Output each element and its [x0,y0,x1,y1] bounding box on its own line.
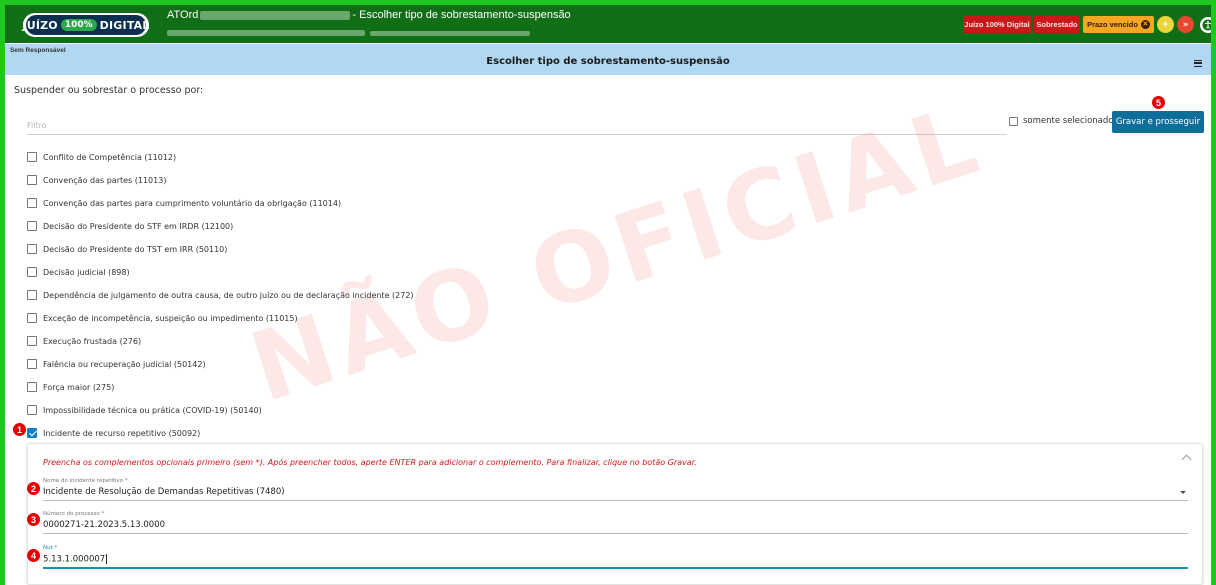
app-frame: JUÍZO 100% DIGITAL ATOrd - Escolher tipo… [5,5,1211,585]
option-excecao-incompetencia[interactable]: Exceção de incompetência, suspeição ou i… [27,313,298,323]
nut-field[interactable]: Nut * 5.13.1.000007 [43,545,1188,569]
option-incidente-recurso-repetitivo[interactable]: Incidente de recurso repetitivo (50092) [27,428,200,438]
filter-input[interactable] [27,115,1007,136]
dropdown-arrow-icon[interactable] [1180,491,1186,494]
option-conflito-competencia[interactable]: Conflito de Competência (11012) [27,152,176,162]
option-label: Decisão do Presidente do STF em IRDR (12… [43,221,234,231]
nut-label: Nut * [43,545,58,551]
suspend-prompt: Suspender ou sobrestar o processo por: [14,85,204,96]
option-checkbox[interactable] [27,152,37,162]
sobrestado-badge-label: Sobrestado [1036,20,1078,29]
filter-field[interactable] [27,113,1007,136]
page-title: Escolher tipo de sobrestamento-suspensão [486,56,730,67]
step-marker-4: 4 [26,548,41,563]
chevron-up-icon[interactable] [1181,454,1192,465]
option-label: Dependência de julgamento de outra causa… [43,290,414,300]
option-execucao-frustada[interactable]: Execução frustada (276) [27,336,141,346]
sobrestado-badge[interactable]: Sobrestado [1034,16,1080,33]
juizo-digital-badge[interactable]: Juízo 100% Digital [963,16,1031,33]
option-checkbox[interactable] [27,359,37,369]
option-checkbox[interactable] [27,198,37,208]
option-label: Decisão judicial (898) [43,267,130,277]
option-label: Falência ou recuperação judicial (50142) [43,359,206,369]
option-label: Força maior (275) [43,382,115,392]
option-impossibilidade-tecnica[interactable]: Impossibilidade técnica ou prática (COVI… [27,405,262,415]
option-label: Decisão do Presidente do TST em IRR (501… [43,244,228,254]
incidente-label: Nome do incidente repetitivo * [43,478,128,484]
prazo-vencido-badge[interactable]: Prazo vencido ✕ [1083,16,1154,33]
option-checkbox[interactable] [27,290,37,300]
process-title-block: ATOrd - Escolher tipo de sobrestamento-s… [167,9,571,40]
option-label: Exceção de incompetência, suspeição ou i… [43,313,298,323]
step-marker-1: 1 [12,422,27,437]
top-bar: JUÍZO 100% DIGITAL ATOrd - Escolher tipo… [5,5,1211,43]
option-checkbox[interactable] [27,405,37,415]
process-class: ATOrd [167,9,199,21]
only-selected-toggle[interactable]: somente selecionados [1009,116,1118,126]
process-title: ATOrd - Escolher tipo de sobrestamento-s… [167,9,571,21]
logo-inner: JUÍZO 100% DIGITAL [22,15,149,35]
add-icon[interactable]: + [1157,16,1174,33]
option-label: Impossibilidade técnica ou prática (COVI… [43,405,262,415]
option-falencia[interactable]: Falência ou recuperação judicial (50142) [27,359,206,369]
logo-text-right: DIGITAL [99,18,150,32]
watermark: NÃO OFICIAL [238,83,996,455]
step-marker-2: 2 [26,481,41,496]
incidente-value: Incidente de Resolução de Demandas Repet… [43,487,285,497]
add-icon-glyph: + [1161,19,1170,30]
juizo-badge-label: Juízo 100% Digital [964,20,1030,29]
redacted-process-number [200,10,351,20]
prazo-badge-label: Prazo vencido [1087,20,1138,29]
nut-value-wrap: 5.13.1.000007 [43,554,1188,565]
logo-text-pct: 100% [60,19,97,31]
numero-processo-field[interactable]: Número do processo * 0000271-21.2023.5.1… [43,511,1188,534]
incidente-select[interactable]: Nome do incidente repetitivo * Incidente… [43,478,1188,501]
option-label: Incidente de recurso repetitivo (50092) [43,428,201,438]
sub-header: Sem Responsável Escolher tipo de sobrest… [5,44,1211,75]
logo-text-left: JUÍZO [22,18,58,32]
complement-instruction: Preencha os complementos opcionais prime… [43,458,697,467]
complement-panel: Preencha os complementos opcionais prime… [27,443,1203,585]
accessibility-person-icon [1202,19,1211,31]
text-caret [106,554,108,564]
only-selected-label: somente selecionados [1023,116,1118,126]
juizo-digital-logo[interactable]: JUÍZO 100% DIGITAL [22,13,149,37]
option-convencao-partes[interactable]: Convenção das partes (11013) [27,175,166,185]
option-decisao-judicial[interactable]: Decisão judicial (898) [27,267,130,277]
double-chevron-glyph: » [1182,19,1189,30]
step-marker-5: 5 [1151,95,1166,110]
option-forca-maior[interactable]: Força maior (275) [27,382,114,392]
option-decisao-tst-irr[interactable]: Decisão do Presidente do TST em IRR (501… [27,244,227,254]
option-checkbox[interactable] [27,313,37,323]
menu-icon[interactable] [1194,60,1202,67]
option-label: Execução frustada (276) [43,336,142,346]
accessibility-icon[interactable] [1200,17,1211,33]
option-label: Convenção das partes (11013) [43,175,167,185]
option-convencao-cumprimento[interactable]: Convenção das partes para cumprimento vo… [27,198,341,208]
double-chevron-right-icon[interactable]: » [1177,16,1194,33]
numero-processo-value: 0000271-21.2023.5.13.0000 [43,520,166,530]
option-checkbox[interactable] [27,221,37,231]
option-checkbox[interactable] [27,175,37,185]
save-and-continue-button[interactable]: Gravar e prosseguir [1112,111,1204,133]
only-selected-checkbox[interactable] [1009,116,1018,126]
option-checkbox-checked[interactable] [27,428,37,438]
option-label: Convenção das partes para cumprimento vo… [43,198,342,208]
step-marker-3: 3 [26,512,41,527]
option-checkbox[interactable] [27,244,37,254]
nut-value: 5.13.1.000007 [43,554,106,565]
option-decisao-stf-irdr[interactable]: Decisão do Presidente do STF em IRDR (12… [27,221,233,231]
option-checkbox[interactable] [27,336,37,346]
redacted-parties-line [167,30,365,36]
option-checkbox[interactable] [27,382,37,392]
option-checkbox[interactable] [27,267,37,277]
option-label: Conflito de Competência (11012) [43,152,177,162]
responsible-label[interactable]: Sem Responsável [10,47,66,54]
numero-processo-label: Número do processo * [43,511,105,517]
page-title-suffix: - Escolher tipo de sobrestamento-suspens… [352,9,571,21]
close-circle-icon: ✕ [1140,20,1150,29]
option-dependencia-julgamento[interactable]: Dependência de julgamento de outra causa… [27,290,414,300]
redacted-extra-line [370,31,531,36]
